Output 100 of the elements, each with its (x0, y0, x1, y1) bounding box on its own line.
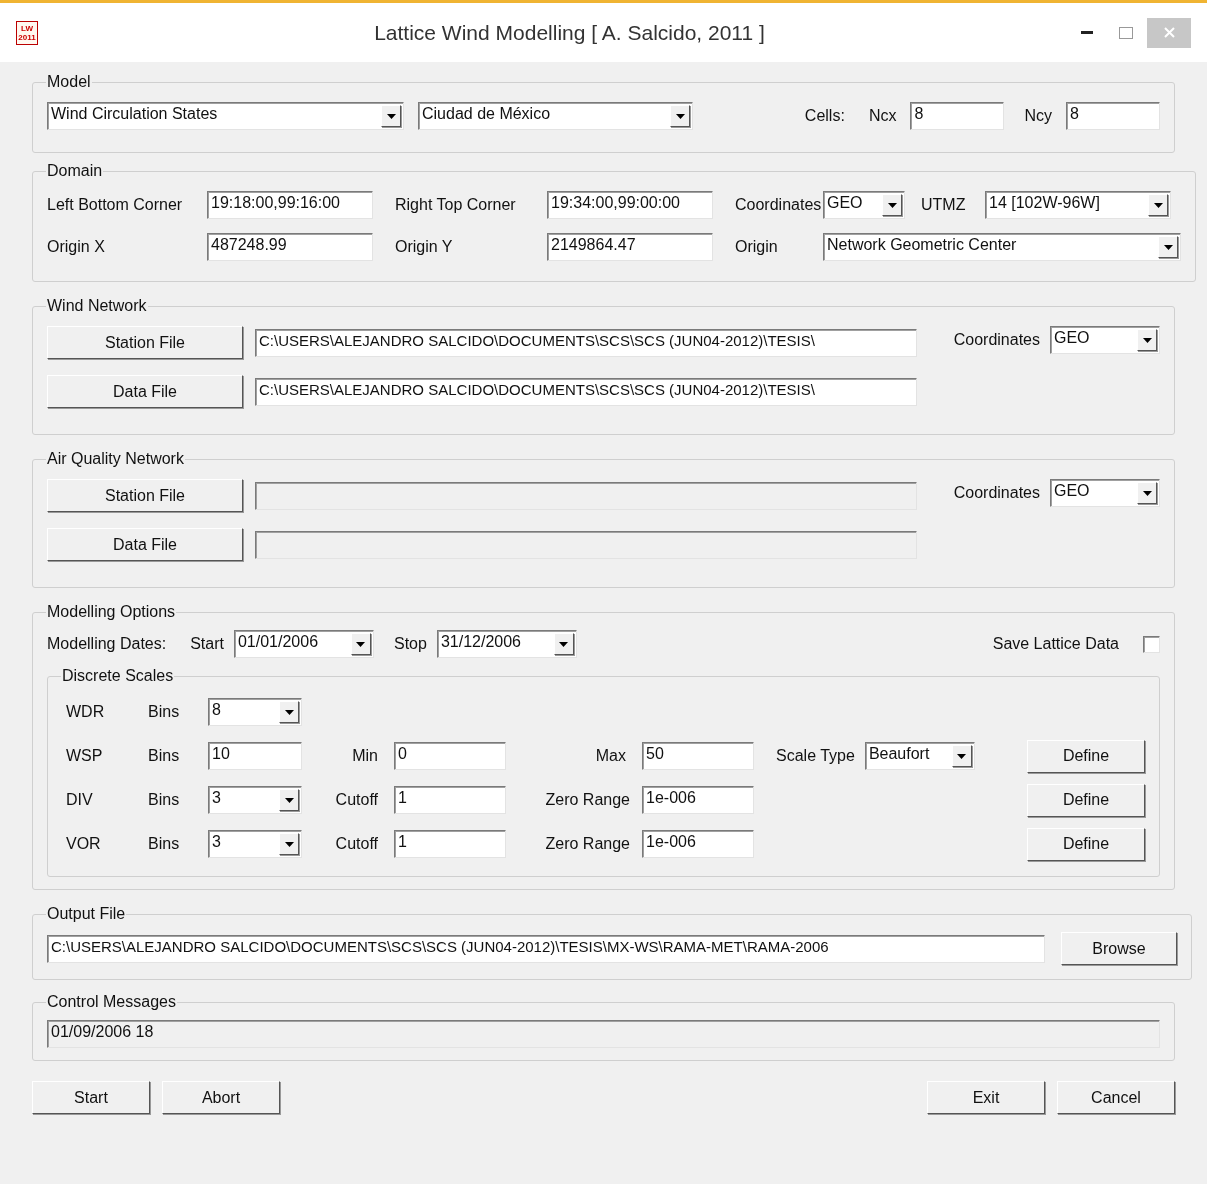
field-label: UTMZ (921, 195, 967, 215)
field-label: Bins (147, 746, 181, 766)
field-label: Cutoff (334, 790, 379, 810)
field-label: Left Bottom Corner (47, 195, 184, 215)
field-label: Stop (393, 634, 427, 654)
push-button[interactable]: Start (32, 1081, 150, 1114)
message-field: 01/09/2006 18 (47, 1020, 1160, 1048)
dropdown[interactable]: Ciudad de México (418, 102, 693, 130)
field-label: DIV (65, 790, 94, 810)
field-label: WSP (65, 746, 104, 766)
group-title: Air Quality Network (46, 449, 185, 469)
caret-icon (284, 709, 294, 715)
field-label: Origin Y (395, 237, 454, 257)
push-button[interactable]: Define (1027, 827, 1145, 861)
dropdown[interactable]: 3 (208, 786, 302, 814)
field-label: Max (594, 746, 627, 766)
app-logo: LW 2011 (16, 20, 38, 45)
field-label: Origin X (47, 237, 106, 257)
text-field[interactable]: 50 (642, 742, 754, 770)
dropdown[interactable]: Wind Circulation States (47, 102, 404, 130)
field-label: Modelling Dates: (47, 634, 167, 654)
file-path-field[interactable]: C:\USERS\ALEJANDRO SALCIDO\DOCUMENTS\SCS\SCS (JUN04-2012)\TESIS\ (255, 328, 917, 357)
field-label: Min (351, 746, 379, 766)
field-label: Coordinates (735, 195, 819, 215)
push-button[interactable]: Exit (927, 1081, 1045, 1114)
text-field[interactable]: 2149864.47 (547, 233, 713, 261)
text-field[interactable]: 1 (394, 830, 506, 858)
push-button[interactable]: Station File (47, 479, 243, 512)
caret-icon (356, 641, 366, 647)
text-field[interactable]: 8 (1066, 102, 1160, 130)
push-button[interactable]: Define (1027, 783, 1145, 817)
field-label: Ncx (868, 106, 897, 126)
close-icon (1163, 27, 1175, 38)
dropdown[interactable]: 14 [102W-96W] (985, 191, 1171, 219)
file-path-field[interactable] (255, 530, 917, 559)
text-field[interactable]: 8 (910, 102, 1005, 130)
field-label: Scale Type (776, 746, 855, 766)
push-button[interactable]: Station File (47, 326, 243, 359)
push-button[interactable]: Define (1027, 739, 1145, 773)
text-field[interactable]: 1e-006 (642, 786, 754, 814)
caret-icon (887, 202, 897, 208)
caret-icon (559, 641, 569, 647)
group-title: Output File (46, 904, 127, 924)
push-button[interactable]: Data File (47, 528, 243, 561)
group-title: Model (46, 72, 92, 92)
caret-icon (386, 113, 396, 119)
push-button[interactable]: Browse (1061, 932, 1177, 965)
dropdown[interactable]: GEO (1050, 479, 1160, 507)
group-title: Modelling Options (46, 602, 177, 622)
field-label: Right Top Corner (395, 195, 517, 215)
field-label: Bins (147, 702, 181, 722)
file-path-field[interactable]: C:\USERS\ALEJANDRO SALCIDO\DOCUMENTS\SCS\SCS (JUN04-2012)\TESIS\MX-WS\RAMA-MET\RAMA-2006 (47, 934, 1045, 963)
caret-icon (1142, 490, 1152, 496)
push-button[interactable]: Cancel (1057, 1081, 1175, 1114)
dropdown[interactable]: Beaufort (864, 742, 975, 770)
dropdown[interactable]: 8 (208, 698, 302, 726)
field-label: Cells: (804, 106, 845, 126)
dropdown[interactable]: 31/12/2006 (436, 630, 577, 658)
caret-icon (1153, 202, 1163, 208)
caret-icon (284, 797, 294, 803)
group-title: Discrete Scales (61, 666, 175, 686)
group-title: Domain (46, 161, 104, 181)
push-button[interactable]: Data File (47, 375, 243, 408)
field-label: Bins (147, 790, 181, 810)
field-label: Ncy (1024, 106, 1052, 126)
text-field[interactable]: 0 (394, 742, 506, 770)
caret-icon (957, 753, 967, 759)
text-field[interactable]: 1 (394, 786, 506, 814)
window-title: Lattice Wind Modelling [ A. Salcido, 2011 ] (373, 19, 766, 46)
dropdown[interactable]: 01/01/2006 (233, 630, 374, 658)
text-field[interactable]: 487248.99 (207, 233, 373, 261)
text-field[interactable]: 19:34:00,99:00:00 (547, 191, 713, 219)
field-label: Zero Range (544, 834, 631, 854)
group-title: Control Messages (46, 992, 177, 1012)
text-field[interactable]: 19:18:00,99:16:00 (207, 191, 373, 219)
caret-icon (1163, 244, 1173, 250)
file-path-field[interactable] (255, 481, 917, 510)
text-field[interactable]: 10 (208, 742, 302, 770)
dropdown[interactable]: GEO (823, 191, 905, 219)
dropdown[interactable]: 3 (208, 830, 302, 858)
text-field[interactable]: 1e-006 (642, 830, 754, 858)
checkbox[interactable] (1143, 635, 1160, 653)
field-label: Coordinates (953, 483, 1040, 503)
field-label: Cutoff (334, 834, 379, 854)
field-label: Save Lattice Data (992, 634, 1119, 654)
field-label: WDR (65, 702, 106, 722)
field-label: VOR (65, 834, 102, 854)
file-path-field[interactable]: C:\USERS\ALEJANDRO SALCIDO\DOCUMENTS\SCS\SCS (JUN04-2012)\TESIS\ (255, 377, 917, 406)
caret-icon (284, 841, 294, 847)
field-label: Bins (147, 834, 181, 854)
dropdown[interactable]: GEO (1050, 326, 1160, 354)
field-label: Origin (735, 237, 779, 257)
field-label: Start (190, 634, 224, 654)
group-title: Wind Network (46, 296, 148, 316)
field-label: Zero Range (544, 790, 631, 810)
push-button[interactable]: Abort (162, 1081, 280, 1114)
dropdown[interactable]: Network Geometric Center (823, 233, 1181, 261)
field-label: Coordinates (953, 330, 1040, 350)
caret-icon (1142, 337, 1152, 343)
maximize-icon[interactable] (1119, 26, 1133, 39)
